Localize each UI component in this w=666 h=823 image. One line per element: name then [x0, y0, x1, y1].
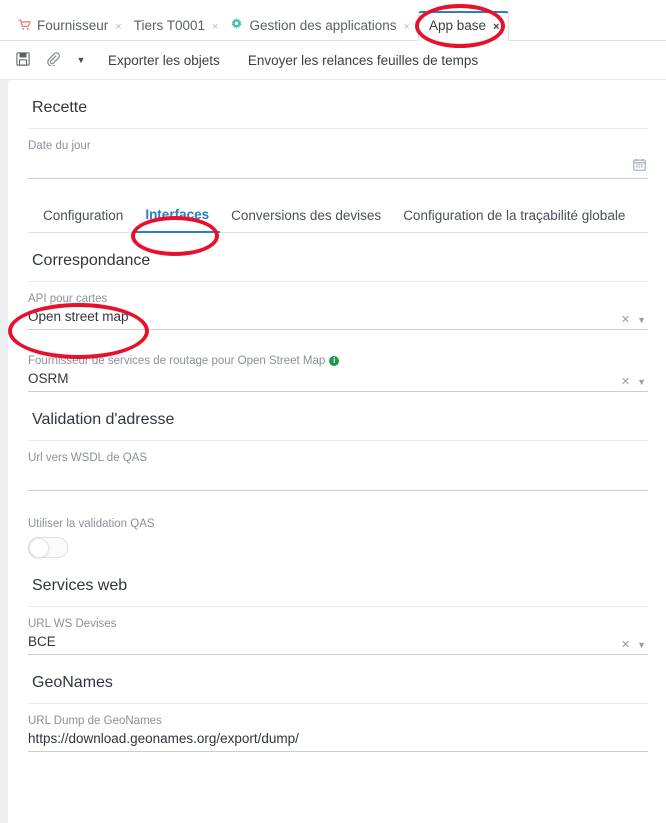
toggle-knob: [29, 538, 49, 558]
field-label: Utiliser la validation QAS: [28, 518, 155, 530]
tab-app-base[interactable]: App base ×: [417, 11, 510, 41]
tab-label: Gestion des applications: [249, 18, 397, 33]
api-cartes-value[interactable]: Open street map: [28, 307, 648, 330]
subtab-configuration-tracabilite-globale[interactable]: Configuration de la traçabilité globale: [392, 200, 636, 232]
info-icon[interactable]: i: [329, 356, 340, 366]
tab-close-icon[interactable]: ×: [115, 21, 121, 33]
wsdl-input[interactable]: [28, 466, 648, 491]
tab-close-icon[interactable]: ×: [493, 21, 499, 33]
field-controls: ✕ ▼: [621, 375, 646, 388]
section-title-geonames: GeoNames: [32, 674, 113, 691]
save-icon[interactable]: [8, 51, 38, 69]
subtab-bar: Configuration Interfaces Conversions des…: [28, 199, 648, 233]
qas-validation-toggle[interactable]: [28, 537, 68, 558]
send-timesheet-reminders-button[interactable]: Envoyer les relances feuilles de temps: [234, 53, 492, 68]
field-url-dump-geonames[interactable]: URL Dump de GeoNames https://download.ge…: [28, 704, 648, 752]
gear-icon: [230, 18, 243, 33]
field-label: URL Dump de GeoNames: [28, 715, 162, 727]
page-title: Recette: [32, 99, 88, 116]
tab-label: Fournisseur: [37, 18, 109, 33]
section-title-correspondance: Correspondance: [32, 252, 151, 269]
calendar-icon[interactable]: [633, 158, 646, 174]
window-tab-bar: Fournisseur × Tiers T0001 × Gestion des …: [0, 0, 666, 41]
tab-gestion-des-applications[interactable]: Gestion des applications ×: [226, 18, 418, 40]
section-title-services-web: Services web: [32, 577, 128, 594]
field-date-du-jour[interactable]: Date du jour: [28, 129, 648, 179]
toolbar: ▼ Exporter les objets Envoyer les relanc…: [0, 41, 666, 80]
clear-icon[interactable]: ✕: [621, 638, 630, 651]
shopping-cart-icon: [18, 18, 31, 33]
field-label: API pour cartes: [28, 293, 108, 305]
field-api-pour-cartes[interactable]: API pour cartes Open street map ✕ ▼: [28, 282, 648, 330]
field-controls: ✕ ▼: [621, 638, 646, 651]
date-input[interactable]: [28, 154, 648, 179]
routing-provider-value[interactable]: OSRM: [28, 369, 648, 392]
chevron-down-icon[interactable]: ▼: [68, 55, 94, 65]
subtab-interfaces[interactable]: Interfaces: [134, 199, 221, 233]
paperclip-icon[interactable]: [38, 51, 68, 69]
tab-label: App base: [428, 18, 487, 33]
field-label-text: Fournisseur de services de routage pour …: [28, 355, 326, 367]
subtab-configuration[interactable]: Configuration: [32, 200, 134, 232]
field-label: URL WS Devises: [28, 618, 117, 630]
chevron-down-icon[interactable]: ▼: [637, 315, 646, 325]
content-card: Recette Date du jour Configuration Inter…: [8, 80, 666, 823]
tab-close-icon[interactable]: ×: [212, 21, 218, 33]
chevron-down-icon[interactable]: ▼: [637, 640, 646, 650]
tab-close-icon[interactable]: ×: [404, 21, 410, 33]
tab-tiers-t0001[interactable]: Tiers T0001 ×: [130, 18, 227, 40]
page-background: Recette Date du jour Configuration Inter…: [0, 80, 666, 823]
field-label: Date du jour: [28, 140, 91, 152]
section-title-validation-adresse: Validation d'adresse: [32, 411, 175, 428]
tab-fournisseur[interactable]: Fournisseur ×: [14, 18, 130, 40]
clear-icon[interactable]: ✕: [621, 313, 630, 326]
clear-icon[interactable]: ✕: [621, 375, 630, 388]
field-utiliser-validation-qas[interactable]: Utiliser la validation QAS: [28, 505, 648, 558]
url-dump-value[interactable]: https://download.geonames.org/export/dum…: [28, 729, 648, 752]
field-label: Url vers WSDL de QAS: [28, 452, 148, 464]
chevron-down-icon[interactable]: ▼: [637, 377, 646, 387]
tab-label: Tiers T0001: [133, 18, 206, 33]
field-routing-provider[interactable]: Fournisseur de services de routage pour …: [28, 344, 648, 392]
subtab-conversions-des-devises[interactable]: Conversions des devises: [220, 200, 392, 232]
field-url-ws-devises[interactable]: URL WS Devises BCE ✕ ▼: [28, 607, 648, 655]
export-objects-button[interactable]: Exporter les objets: [94, 53, 234, 68]
url-ws-devises-value[interactable]: BCE: [28, 632, 648, 655]
field-controls: ✕ ▼: [621, 313, 646, 326]
field-label: Fournisseur de services de routage pour …: [28, 353, 648, 369]
field-url-wsdl-qas[interactable]: Url vers WSDL de QAS: [28, 441, 648, 491]
